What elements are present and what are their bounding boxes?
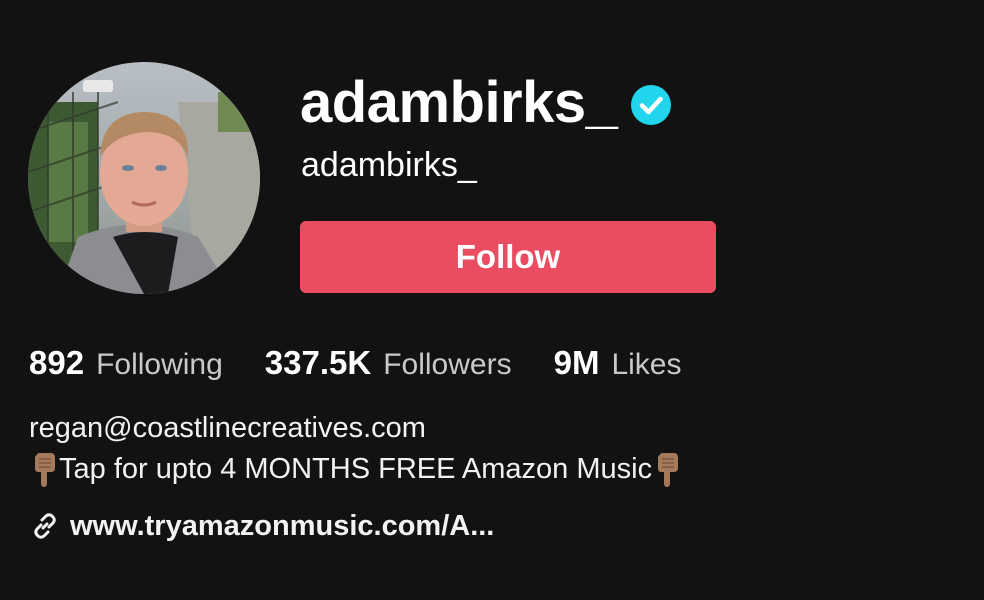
profile-link-text: www.tryamazonmusic.com/A...	[70, 509, 495, 542]
bio-email: regan@coastlinecreatives.com	[29, 412, 426, 444]
avatar[interactable]	[28, 62, 260, 294]
stat-followers[interactable]: 337.5K Followers	[265, 344, 512, 382]
likes-label: Likes	[611, 348, 682, 381]
following-label: Following	[96, 348, 223, 381]
username: adambirks_	[300, 70, 618, 135]
followers-label: Followers	[383, 348, 512, 381]
pointing-down-hand-icon	[29, 453, 59, 487]
pointing-down-hand-icon	[652, 453, 682, 487]
stat-following[interactable]: 892 Following	[29, 344, 223, 382]
stat-likes: 9M Likes	[554, 344, 682, 382]
verified-badge-icon	[631, 85, 672, 125]
bio-promo: Tap for upto 4 MONTHS FREE Amazon Music	[29, 449, 682, 489]
username-row: adambirks_	[300, 66, 672, 140]
link-icon	[32, 513, 58, 539]
follow-button[interactable]: Follow	[300, 221, 716, 293]
profile-handle: adambirks_	[301, 146, 477, 184]
followers-count: 337.5K	[264, 344, 372, 381]
profile-link[interactable]: www.tryamazonmusic.com/A...	[32, 504, 494, 548]
bio-promo-text: Tap for upto 4 MONTHS FREE Amazon Music	[59, 453, 653, 485]
avatar-photo	[28, 62, 260, 294]
profile-stats: 892 Following 337.5K Followers 9M Likes	[29, 340, 723, 386]
profile-header: adambirks_ adambirks_ Follow 892 Followi…	[0, 0, 984, 600]
likes-count: 9M	[553, 344, 600, 381]
following-count: 892	[29, 344, 85, 381]
